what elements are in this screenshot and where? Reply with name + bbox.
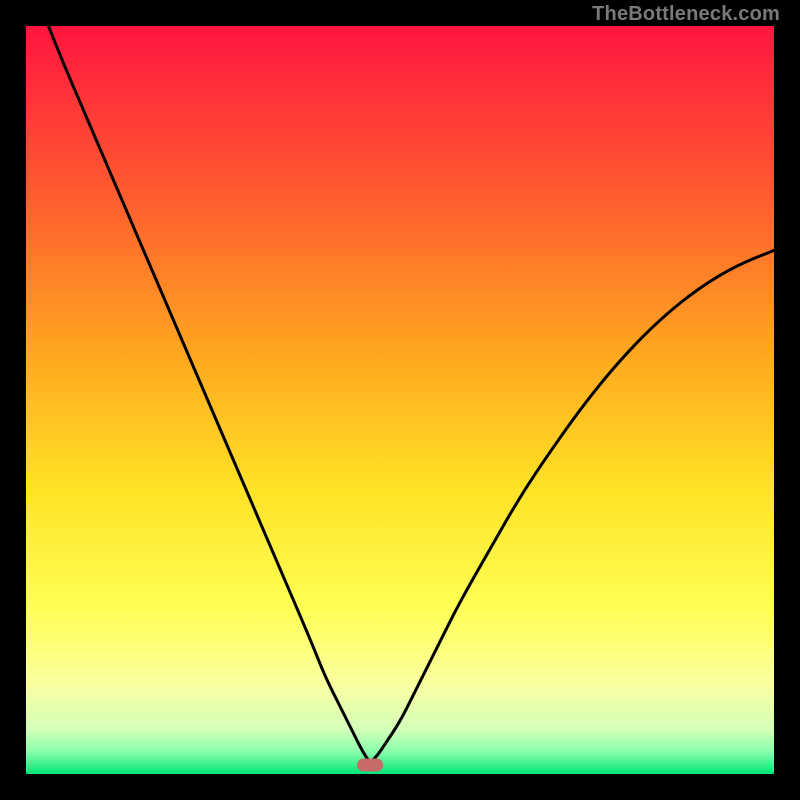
chart-canvas: [26, 26, 774, 774]
watermark-text: TheBottleneck.com: [592, 3, 780, 26]
gradient-background: [26, 26, 774, 774]
minimum-marker: [357, 759, 383, 772]
minimum-marker-group: [357, 759, 383, 772]
chart-outer-frame: TheBottleneck.com: [0, 0, 800, 800]
